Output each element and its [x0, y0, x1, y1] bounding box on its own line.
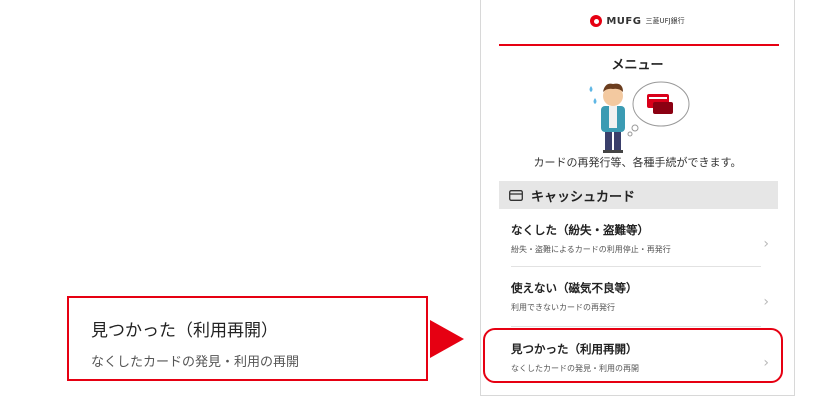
chevron-right-icon: › — [763, 294, 769, 310]
menu-item-unusable[interactable]: 使えない（磁気不良等） 利用できないカードの再発行 › — [511, 280, 769, 313]
brand-logo: MUFG 三菱UFJ銀行 — [481, 10, 794, 32]
section-label: キャッシュカード — [531, 189, 636, 205]
arrow-right-icon — [430, 320, 464, 358]
menu-item-subtitle: 利用できないカードの再発行 — [511, 303, 615, 312]
section-header-cash-card: キャッシュカード — [499, 181, 778, 209]
callout-subtitle: なくしたカードの発見・利用の再開 — [91, 355, 300, 370]
highlight-frame — [483, 328, 783, 383]
item-divider — [511, 326, 761, 327]
brand-subname: 三菱UFJ銀行 — [645, 17, 685, 25]
menu-item-title: なくした（紛失・盗難等） — [511, 223, 649, 237]
menu-description: カードの再発行等、各種手続ができます。 — [533, 156, 742, 169]
page-title: メニュー — [611, 58, 664, 73]
menu-item-title: 使えない（磁気不良等） — [511, 281, 638, 295]
mufg-logo-icon — [590, 15, 603, 27]
menu-item-subtitle: 紛失・盗難によるカードの利用停止・再発行 — [511, 245, 671, 254]
callout-title: 見つかった（利用再開） — [91, 321, 278, 341]
worried-person-illustration — [589, 81, 690, 153]
item-divider — [511, 266, 761, 267]
menu-item-lost[interactable]: なくした（紛失・盗難等） 紛失・盗難によるカードの利用停止・再発行 › — [511, 222, 769, 255]
brand-name: MUFG — [606, 15, 642, 27]
callout-box: 見つかった（利用再開） なくしたカードの発見・利用の再開 — [67, 296, 428, 381]
card-icon — [509, 189, 523, 201]
header-divider — [499, 44, 779, 46]
chevron-right-icon: › — [763, 236, 769, 252]
